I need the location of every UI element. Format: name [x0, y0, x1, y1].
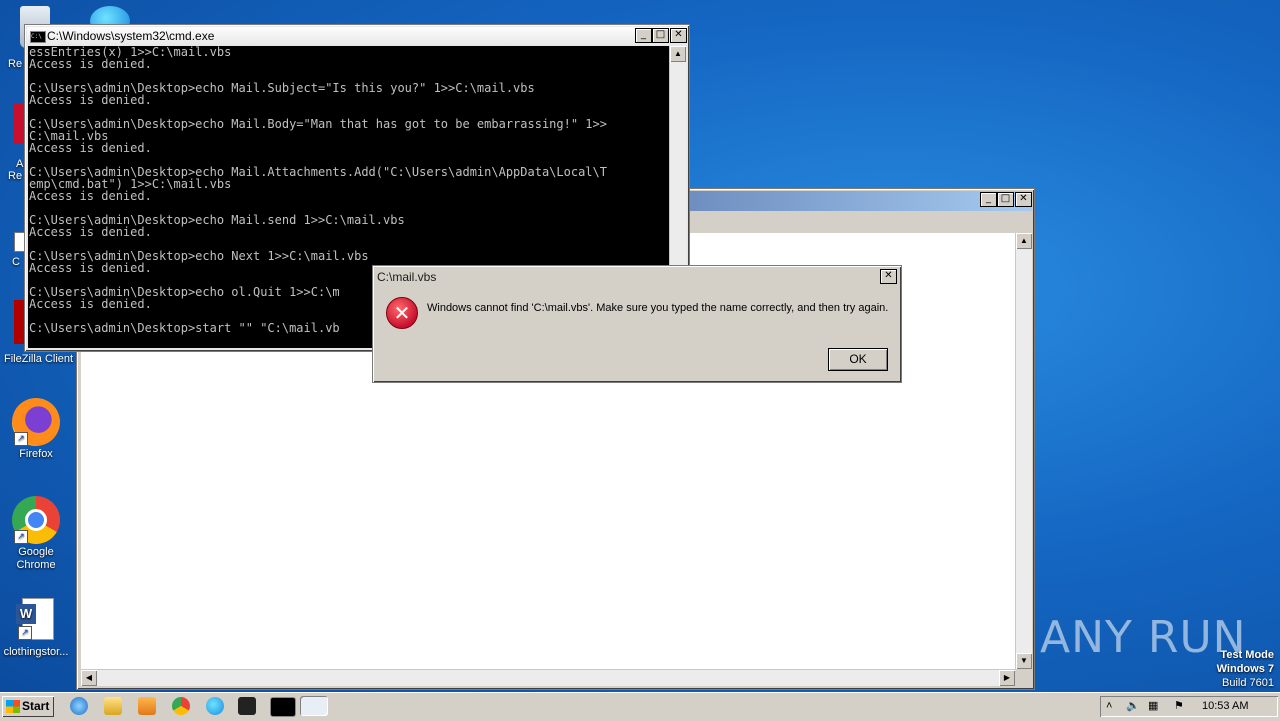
shortcut-arrow-icon: ↗: [14, 530, 28, 544]
firefox-icon: ↗: [12, 398, 60, 446]
console-line: Access is denied.: [29, 225, 152, 239]
desktop-icon-label: Firefox: [19, 448, 53, 460]
flag-icon[interactable]: ⚑: [1174, 696, 1184, 717]
scroll-left-arrow-icon[interactable]: ◀: [81, 670, 97, 686]
cmd-title: C:\Windows\system32\cmd.exe: [47, 29, 215, 43]
ie-icon[interactable]: [70, 697, 88, 715]
desktop-icon-word-doc[interactable]: W ↗ clothingstor...: [0, 596, 72, 659]
taskbar[interactable]: Start ˄ 🔈 ▦ ⚑ 10:53 AM: [0, 692, 1280, 721]
filezilla-icon: [14, 300, 24, 344]
horizontal-scrollbar[interactable]: ◀ ▶: [81, 669, 1015, 686]
error-dialog[interactable]: C:\mail.vbs ✕ ✕ Windows cannot find 'C:\…: [372, 265, 902, 383]
active-window-taskbar-icon[interactable]: [300, 696, 328, 716]
minimize-button[interactable]: _: [980, 192, 997, 207]
vertical-scrollbar[interactable]: ▲ ▼: [1015, 233, 1032, 669]
maximize-button[interactable]: □: [652, 28, 669, 43]
windows-logo-icon: [6, 700, 20, 713]
desktop-icon-chrome[interactable]: ↗ Google Chrome: [0, 496, 72, 572]
dialog-close-button[interactable]: ✕: [880, 269, 897, 284]
desktop-icon-label: Re: [8, 58, 23, 70]
desktop-icon-firefox[interactable]: ↗ Firefox: [0, 398, 72, 461]
system-tray: ˄ 🔈 ▦ ⚑ 10:53 AM: [1100, 696, 1278, 717]
shortcut-arrow-icon: ↗: [18, 626, 32, 640]
console-line: Access is denied.: [29, 93, 152, 107]
anyrun-watermark: ANY RUN: [1040, 612, 1247, 663]
desktop-icon-label: clothingstor...: [3, 646, 69, 658]
chrome-icon: ↗: [12, 496, 60, 544]
word-document-icon: W ↗: [16, 596, 56, 644]
cmd-taskbar-icon[interactable]: [270, 697, 296, 717]
clock[interactable]: 10:53 AM: [1202, 696, 1248, 717]
scroll-right-arrow-icon[interactable]: ▶: [999, 670, 1015, 686]
scroll-up-arrow-icon[interactable]: ▲: [670, 46, 686, 62]
maximize-button[interactable]: □: [997, 192, 1014, 207]
volume-icon[interactable]: 🔈: [1126, 696, 1140, 717]
test-mode-line2: Windows 7: [1216, 663, 1274, 675]
dialog-titlebar[interactable]: C:\mail.vbs: [375, 268, 899, 286]
shortcut-arrow-icon: ↗: [14, 432, 28, 446]
minimize-button[interactable]: _: [635, 28, 652, 43]
desktop-icon-label: Re: [8, 170, 23, 182]
show-hidden-icons-icon[interactable]: ˄: [1106, 696, 1112, 717]
scroll-up-arrow-icon[interactable]: ▲: [1016, 233, 1032, 249]
pirate-app-icon[interactable]: [238, 697, 256, 715]
cmd-icon: C:\: [30, 31, 46, 43]
test-mode-line1: Test Mode: [1220, 649, 1274, 661]
start-label: Start: [22, 699, 50, 713]
desktop-icon-label: FileZilla Client: [4, 353, 74, 365]
console-line: C:\Users\admin\Desktop>echo Mail.Body="M…: [29, 117, 607, 131]
console-line: Access is denied.: [29, 141, 152, 155]
desktop-icon-label: Google Chrome: [16, 546, 56, 571]
console-line: Access is denied.: [29, 57, 152, 71]
app-icon: [14, 104, 24, 144]
error-icon: ✕: [386, 297, 418, 329]
test-mode-line3: Build 7601: [1222, 677, 1274, 689]
dialog-message: Windows cannot find 'C:\mail.vbs'. Make …: [427, 302, 889, 314]
ok-button[interactable]: OK: [828, 348, 888, 371]
media-player-icon[interactable]: [138, 697, 156, 715]
test-mode-text: Test Mode Windows 7 Build 7601: [1217, 648, 1274, 690]
network-icon[interactable]: ▦: [1148, 696, 1158, 717]
desktop-icon-label: C: [12, 256, 20, 268]
close-button[interactable]: ✕: [1015, 192, 1032, 207]
cmd-titlebar[interactable]: C:\ C:\Windows\system32\cmd.exe: [27, 27, 687, 46]
start-button[interactable]: Start: [2, 696, 54, 717]
chrome-taskbar-icon[interactable]: [172, 697, 190, 715]
dialog-title: C:\mail.vbs: [377, 270, 437, 284]
scroll-down-arrow-icon[interactable]: ▼: [1016, 653, 1032, 669]
edge-taskbar-icon[interactable]: [206, 697, 224, 715]
close-button[interactable]: ✕: [670, 28, 687, 43]
explorer-icon[interactable]: [104, 697, 122, 715]
console-line: Access is denied.: [29, 189, 152, 203]
